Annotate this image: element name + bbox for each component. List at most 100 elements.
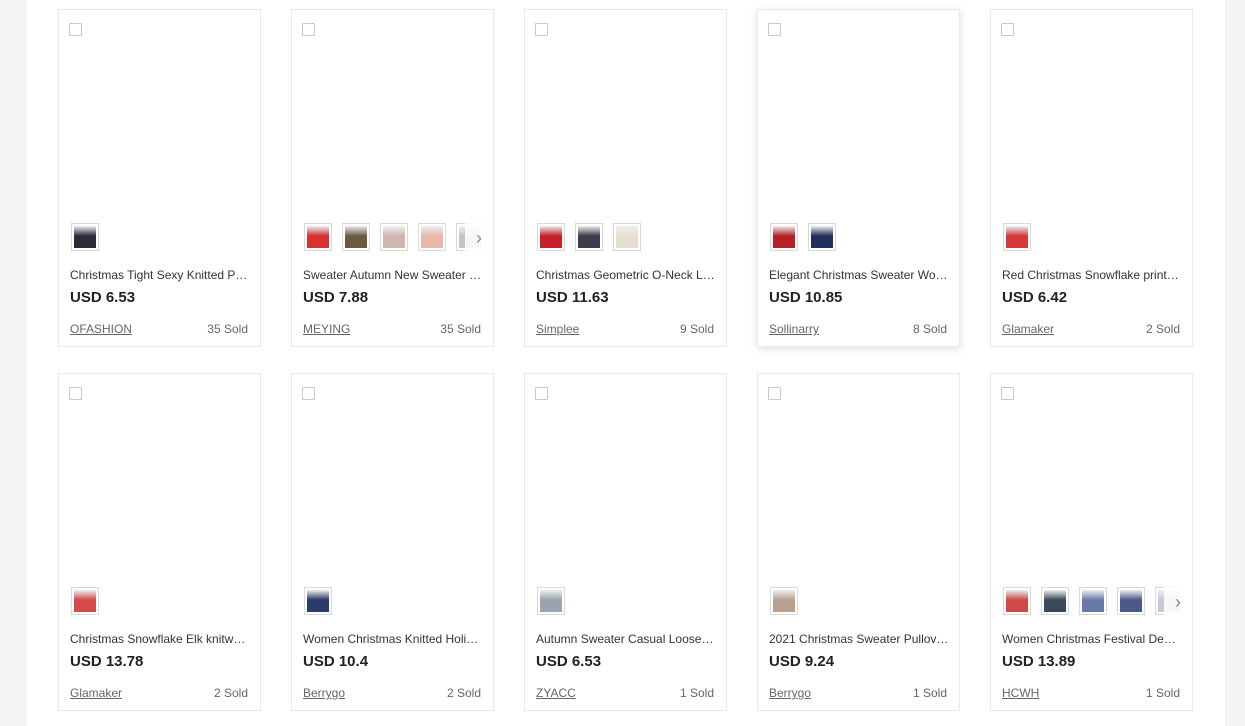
store-link[interactable]: OFASHION: [70, 322, 132, 336]
product-card[interactable]: Christmas Tight Sexy Knitted Printed Rom…: [58, 9, 261, 347]
variant-thumbnail[interactable]: [418, 223, 446, 251]
product-price: USD 7.88: [303, 289, 369, 306]
product-card[interactable]: › Women Christmas Festival Deer Pajamas US…: [990, 373, 1193, 711]
store-link[interactable]: HCWH: [1002, 686, 1039, 700]
variant-thumbnail[interactable]: [770, 223, 798, 251]
product-card[interactable]: Red Christmas Snowflake printed Jumpsuit…: [990, 9, 1193, 347]
product-price: USD 9.24: [769, 653, 835, 670]
store-link[interactable]: Glamaker: [1002, 322, 1054, 336]
variant-swatch: [1082, 590, 1104, 612]
product-title[interactable]: Women Christmas Festival Deer Pajamas: [1002, 632, 1182, 646]
store-link[interactable]: Berrygo: [769, 686, 811, 700]
select-checkbox[interactable]: [768, 23, 781, 36]
variant-thumbnail[interactable]: [1117, 587, 1145, 615]
select-checkbox[interactable]: [768, 387, 781, 400]
variant-thumbnail[interactable]: [770, 587, 798, 615]
variant-swatch: [345, 226, 367, 248]
select-checkbox[interactable]: [1001, 387, 1014, 400]
variant-thumbnail[interactable]: [71, 587, 99, 615]
variant-swatch: [773, 590, 795, 612]
variant-thumbnail[interactable]: [304, 587, 332, 615]
product-card[interactable]: Elegant Christmas Sweater Women Pullover…: [757, 9, 960, 347]
product-photo: [758, 10, 959, 211]
product-photo: [525, 374, 726, 575]
variant-swatch: [74, 226, 96, 248]
product-photo: [991, 10, 1192, 211]
product-photo: [783, 374, 934, 575]
sold-count: 2 Sold: [1145, 322, 1180, 336]
product-photo: [549, 10, 702, 211]
product-title[interactable]: Sweater Autumn New Sweater Snowflake: [303, 268, 483, 282]
product-image[interactable]: [59, 374, 260, 575]
product-card[interactable]: 2021 Christmas Sweater Pullovers USD 9.24…: [757, 373, 960, 711]
product-image[interactable]: [525, 374, 726, 575]
product-title[interactable]: 2021 Christmas Sweater Pullovers: [769, 632, 949, 646]
product-title[interactable]: Christmas Snowflake Elk knitwear Set: [70, 632, 250, 646]
variant-thumbnails: [537, 223, 641, 253]
variant-thumbnail[interactable]: [1079, 587, 1107, 615]
product-card[interactable]: Christmas Geometric O-Neck Long Sleeve US…: [524, 9, 727, 347]
product-title[interactable]: Red Christmas Snowflake printed Jumpsuit: [1002, 268, 1182, 282]
variant-thumbnail[interactable]: [342, 223, 370, 251]
select-checkbox[interactable]: [1001, 23, 1014, 36]
product-image[interactable]: [292, 10, 493, 211]
variant-thumbnail[interactable]: [575, 223, 603, 251]
variant-thumbnails: [304, 223, 484, 253]
chevron-right-icon[interactable]: ›: [465, 223, 493, 253]
chevron-right-icon[interactable]: ›: [1164, 587, 1192, 617]
product-title[interactable]: Elegant Christmas Sweater Women Pullover: [769, 268, 949, 282]
variant-thumbnail[interactable]: [613, 223, 641, 251]
select-checkbox[interactable]: [535, 387, 548, 400]
variant-thumbnail[interactable]: [304, 223, 332, 251]
product-card[interactable]: Autumn Sweater Casual Loose Deer Print US…: [524, 373, 727, 711]
variant-thumbnail[interactable]: [537, 587, 565, 615]
product-image[interactable]: [525, 10, 726, 211]
variant-thumbnail[interactable]: [1003, 587, 1031, 615]
variant-thumbnail[interactable]: [1041, 587, 1069, 615]
product-photo: [292, 10, 493, 211]
product-card[interactable]: › Sweater Autumn New Sweater Snowflake USD…: [291, 9, 494, 347]
product-image[interactable]: [292, 374, 493, 575]
variant-thumbnails: [770, 223, 836, 253]
variant-swatch: [421, 226, 443, 248]
sold-count: 2 Sold: [446, 686, 481, 700]
store-link[interactable]: ZYACC: [536, 686, 576, 700]
product-price: USD 10.85: [769, 289, 843, 306]
product-image[interactable]: [991, 10, 1192, 211]
product-title[interactable]: Autumn Sweater Casual Loose Deer Print: [536, 632, 716, 646]
product-image[interactable]: [758, 10, 959, 211]
product-card[interactable]: Women Christmas Knitted Holiday Sweater U…: [291, 373, 494, 711]
product-image[interactable]: [758, 374, 959, 575]
variant-thumbnail[interactable]: [1003, 223, 1031, 251]
variant-thumbnail[interactable]: [808, 223, 836, 251]
store-link[interactable]: Sollinarry: [769, 322, 819, 336]
variant-thumbnail[interactable]: [71, 223, 99, 251]
select-checkbox[interactable]: [535, 23, 548, 36]
variant-thumbnails: [537, 587, 565, 617]
select-checkbox[interactable]: [69, 387, 82, 400]
product-title[interactable]: Women Christmas Knitted Holiday Sweater: [303, 632, 483, 646]
variant-swatch: [1044, 590, 1066, 612]
product-panel: Christmas Tight Sexy Knitted Printed Rom…: [27, 0, 1225, 726]
select-checkbox[interactable]: [302, 387, 315, 400]
variant-swatch: [74, 590, 96, 612]
product-image[interactable]: [991, 374, 1192, 575]
store-link[interactable]: Simplee: [536, 322, 579, 336]
product-title[interactable]: Christmas Geometric O-Neck Long Sleeve: [536, 268, 716, 282]
product-photo: [59, 374, 260, 575]
variant-swatch: [578, 226, 600, 248]
product-image[interactable]: [59, 10, 260, 211]
product-grid: Christmas Tight Sexy Knitted Printed Rom…: [58, 9, 1193, 711]
variant-thumbnail[interactable]: [380, 223, 408, 251]
sold-count: 2 Sold: [213, 686, 248, 700]
select-checkbox[interactable]: [69, 23, 82, 36]
variant-thumbnail[interactable]: [537, 223, 565, 251]
store-link[interactable]: Glamaker: [70, 686, 122, 700]
select-checkbox[interactable]: [302, 23, 315, 36]
store-link[interactable]: MEYING: [303, 322, 350, 336]
variant-swatch: [811, 226, 833, 248]
product-price: USD 13.89: [1002, 653, 1076, 670]
store-link[interactable]: Berrygo: [303, 686, 345, 700]
product-title[interactable]: Christmas Tight Sexy Knitted Printed Rom…: [70, 268, 250, 282]
product-card[interactable]: Christmas Snowflake Elk knitwear Set USD …: [58, 373, 261, 711]
